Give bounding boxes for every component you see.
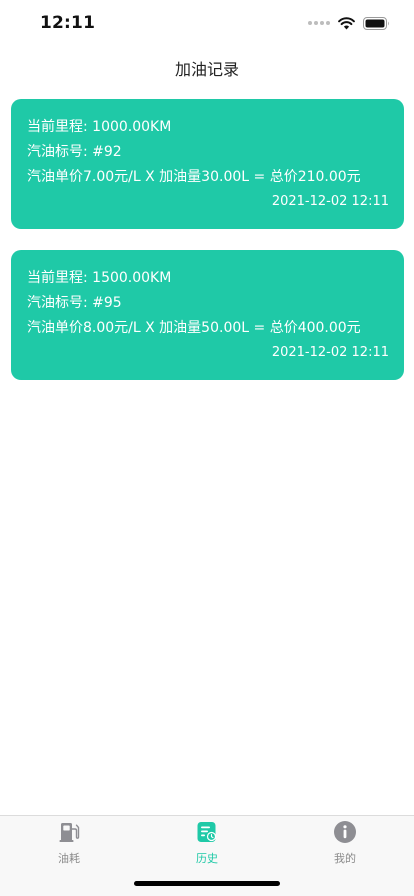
record-timestamp: 2021-12-02 12:11 bbox=[271, 194, 389, 209]
cellular-signal-icon bbox=[308, 21, 330, 25]
screen: 12:11 加油记录 当前里程: 1000.00KM 汽油标号: #92 汽油单… bbox=[0, 0, 414, 896]
battery-icon bbox=[363, 16, 390, 30]
price-calculation-text: 汽油单价8.00元/L X 加油量50.00L = 总价400.00元 bbox=[27, 320, 361, 336]
status-indicators bbox=[308, 15, 390, 31]
fuel-grade-text: 汽油标号: #95 bbox=[27, 295, 122, 311]
wifi-icon bbox=[338, 16, 355, 30]
fuel-record-card[interactable]: 当前里程: 1000.00KM 汽油标号: #92 汽油单价7.00元/L X … bbox=[11, 99, 404, 229]
history-icon bbox=[195, 820, 219, 844]
tab-mine[interactable]: 我的 bbox=[276, 820, 414, 868]
tab-label: 我的 bbox=[334, 852, 356, 865]
fuel-pump-icon bbox=[57, 820, 81, 844]
status-bar: 12:11 bbox=[0, 0, 414, 48]
home-indicator bbox=[134, 881, 280, 886]
record-timestamp: 2021-12-02 12:11 bbox=[271, 345, 389, 360]
tab-label: 历史 bbox=[196, 852, 218, 865]
info-icon bbox=[333, 820, 357, 844]
tab-fuel-consumption[interactable]: 油耗 bbox=[0, 820, 138, 868]
tab-label: 油耗 bbox=[58, 852, 80, 865]
tab-history[interactable]: 历史 bbox=[138, 820, 276, 868]
page-title: 加油记录 bbox=[174, 60, 239, 79]
price-calculation-text: 汽油单价7.00元/L X 加油量30.00L = 总价210.00元 bbox=[27, 169, 361, 185]
mileage-text: 当前里程: 1500.00KM bbox=[27, 270, 172, 286]
fuel-record-card[interactable]: 当前里程: 1500.00KM 汽油标号: #95 汽油单价8.00元/L X … bbox=[11, 250, 404, 380]
status-time: 12:11 bbox=[40, 13, 96, 33]
fuel-grade-text: 汽油标号: #92 bbox=[27, 144, 122, 160]
mileage-text: 当前里程: 1000.00KM bbox=[27, 119, 172, 135]
